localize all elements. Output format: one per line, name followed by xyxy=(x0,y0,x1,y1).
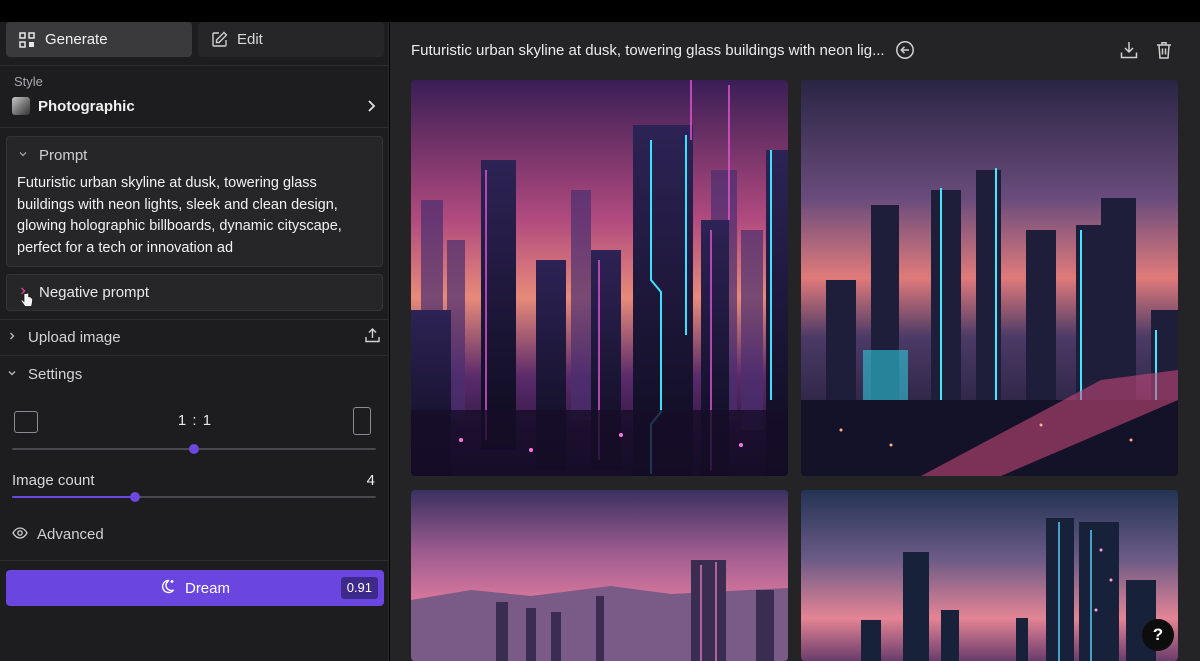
image-count-slider[interactable] xyxy=(12,492,376,502)
tab-generate-label: Generate xyxy=(45,31,108,48)
settings-label: Settings xyxy=(28,365,83,383)
trash-icon[interactable] xyxy=(1154,40,1174,60)
chevron-right-icon xyxy=(6,329,18,346)
negative-prompt-heading: Negative prompt xyxy=(39,284,150,301)
settings-header[interactable]: Settings xyxy=(6,359,384,389)
eye-icon xyxy=(12,526,28,543)
chevron-down-icon xyxy=(6,366,18,383)
prompt-header[interactable]: Prompt xyxy=(7,137,382,173)
credit-cost-badge: 0.91 xyxy=(340,577,378,599)
generated-image-4[interactable] xyxy=(801,490,1178,661)
prompt-textarea[interactable]: Futuristic urban skyline at dusk, toweri… xyxy=(7,173,382,259)
divider xyxy=(0,65,389,66)
divider xyxy=(0,319,389,320)
window-top-bar xyxy=(0,0,1200,22)
image-count-value: 4 xyxy=(366,472,375,489)
portrait-ratio-icon[interactable] xyxy=(353,407,371,435)
tab-generate[interactable]: Generate xyxy=(6,22,192,57)
divider xyxy=(0,560,389,561)
advanced-label: Advanced xyxy=(37,526,104,543)
help-button[interactable]: ? xyxy=(1142,619,1174,651)
dream-button[interactable]: Dream 0.91 xyxy=(6,570,384,606)
dream-label: Dream xyxy=(184,579,230,597)
image-count-label: Image count xyxy=(12,472,95,489)
edit-icon xyxy=(210,31,228,49)
moon-stars-icon xyxy=(160,578,176,598)
prompt-heading: Prompt xyxy=(39,146,88,164)
download-icon[interactable] xyxy=(1119,40,1139,60)
negative-prompt-card[interactable]: Negative prompt xyxy=(6,274,383,311)
grid-icon xyxy=(18,31,36,49)
style-value: Photographic xyxy=(38,97,135,115)
negative-prompt-header: Negative prompt xyxy=(7,275,382,310)
result-title: Futuristic urban skyline at dusk, toweri… xyxy=(411,42,885,59)
divider xyxy=(0,355,389,356)
tab-edit[interactable]: Edit xyxy=(198,22,384,57)
reuse-prompt-icon[interactable] xyxy=(895,40,915,60)
upload-icon[interactable] xyxy=(364,327,381,348)
advanced-toggle[interactable]: Advanced xyxy=(12,526,104,543)
prompt-card: Prompt Futuristic urban skyline at dusk,… xyxy=(6,136,383,267)
style-label: Style xyxy=(14,74,43,89)
style-selector[interactable]: Photographic xyxy=(12,94,378,118)
upload-image-row[interactable]: Upload image xyxy=(6,322,384,352)
aspect-ratio-slider[interactable] xyxy=(12,444,376,454)
mode-tabs: Generate Edit xyxy=(6,22,384,57)
style-thumbnail xyxy=(12,97,30,115)
generated-image-1[interactable] xyxy=(411,80,788,476)
landscape-ratio-icon[interactable] xyxy=(14,411,38,433)
results-area: Futuristic urban skyline at dusk, toweri… xyxy=(390,22,1200,661)
chevron-down-icon xyxy=(17,147,29,164)
sidebar-panel: Generate Edit Style Photographic Prompt … xyxy=(0,22,389,661)
chevron-right-icon xyxy=(364,99,378,113)
generated-image-2[interactable] xyxy=(801,80,1178,476)
aspect-ratio-value: 1 : 1 xyxy=(177,412,213,429)
divider xyxy=(0,127,389,128)
generated-image-3[interactable] xyxy=(411,490,788,661)
aspect-ratio-slider-thumb[interactable] xyxy=(189,444,199,454)
tab-edit-label: Edit xyxy=(237,31,263,48)
upload-image-label: Upload image xyxy=(28,328,121,346)
hand-cursor-icon xyxy=(20,292,33,313)
image-count-slider-thumb[interactable] xyxy=(130,492,140,502)
image-count-slider-fill xyxy=(12,496,136,498)
